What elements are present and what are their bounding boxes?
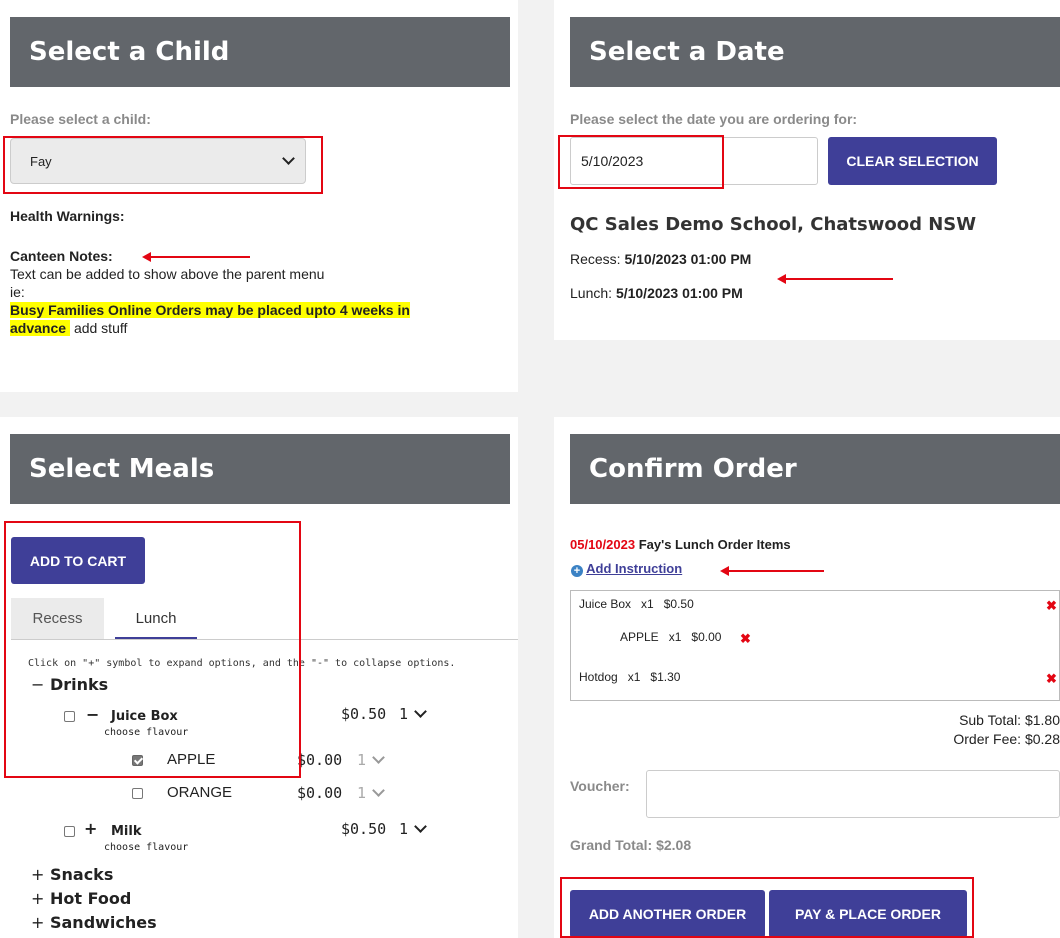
voucher-input[interactable] (646, 770, 1060, 818)
highlight-line-1: Busy Families Online Orders may be place… (10, 302, 410, 318)
grand-total: Grand Total: $2.08 (570, 837, 692, 853)
orange-price: $0.00 (297, 784, 343, 802)
milk-qty-select[interactable]: 1 (399, 820, 427, 838)
juice-box-price: $0.50 (341, 705, 387, 723)
chevron-down-icon (282, 152, 295, 165)
juice-box-checkbox[interactable] (64, 711, 75, 722)
clear-selection-button[interactable]: CLEAR SELECTION (828, 137, 997, 185)
apple-qty-select[interactable]: 1 (357, 751, 385, 769)
tab-recess[interactable]: Recess (11, 598, 104, 640)
order-line-juice: Juice Box x1 $0.50 (579, 597, 694, 611)
milk-expand-icon[interactable]: + (84, 819, 97, 838)
notes-line-1: Text can be added to show above the pare… (10, 266, 325, 282)
annotation-arrow-instruction (720, 566, 824, 576)
date-prompt: Please select the date you are ordering … (570, 111, 858, 127)
apple-checkbox[interactable] (132, 755, 143, 766)
remove-hotdog-icon[interactable]: ✖ (1046, 671, 1057, 687)
recess-time: Recess: 5/10/2023 01:00 PM (570, 251, 752, 267)
confirm-order-card: Confirm Order 05/10/2023 Fay's Lunch Ord… (554, 417, 1060, 938)
confirm-order-title: Confirm Order (570, 434, 1060, 504)
milk-name: Milk (111, 824, 142, 839)
milk-flavour-hint: choose flavour (104, 842, 189, 853)
order-fee: Order Fee: $0.28 (953, 731, 1060, 747)
select-date-title: Select a Date (570, 17, 1060, 87)
highlight-line-2: advance add stuff (10, 320, 128, 336)
apple-price: $0.00 (297, 751, 343, 769)
add-instruction-link[interactable]: + Add Instruction (571, 561, 682, 577)
tab-lunch[interactable]: Lunch (115, 598, 197, 640)
milk-checkbox[interactable] (64, 826, 75, 837)
annotation-arrow-notes (142, 252, 250, 262)
pay-place-order-button[interactable]: PAY & PLACE ORDER (769, 890, 967, 938)
category-sandwiches[interactable]: + Sandwiches (31, 913, 157, 932)
collapse-icon: − (31, 675, 45, 694)
juice-box-collapse-icon[interactable]: − (86, 705, 99, 724)
sub-total: Sub Total: $1.80 (959, 712, 1060, 728)
tab-divider (11, 639, 518, 640)
apple-name: APPLE (167, 751, 216, 768)
order-heading: 05/10/2023 Fay's Lunch Order Items (570, 537, 791, 552)
select-child-card: Select a Child Please select a child: Fa… (0, 0, 518, 392)
date-input-value: 5/10/2023 (581, 153, 644, 169)
date-input[interactable]: 5/10/2023 (570, 137, 818, 185)
lunch-time: Lunch: 5/10/2023 01:00 PM (570, 285, 743, 301)
select-child-title: Select a Child (10, 17, 510, 87)
voucher-label: Voucher: (570, 778, 630, 794)
school-name: QC Sales Demo School, Chatswood NSW (570, 214, 977, 235)
canteen-notes-label: Canteen Notes: (10, 248, 113, 264)
milk-price: $0.50 (341, 820, 387, 838)
category-hot-food[interactable]: + Hot Food (31, 889, 131, 908)
orange-name: ORANGE (167, 784, 233, 801)
child-select-value: Fay (30, 154, 52, 169)
select-date-card: Select a Date Please select the date you… (554, 0, 1060, 340)
remove-juice-icon[interactable]: ✖ (1046, 598, 1057, 614)
juice-box-qty-select[interactable]: 1 (399, 705, 427, 723)
orange-checkbox[interactable] (132, 788, 143, 799)
health-warnings-label: Health Warnings: (10, 208, 125, 224)
remove-apple-icon[interactable]: ✖ (740, 631, 751, 647)
juice-box-flavour-hint: choose flavour (104, 727, 189, 738)
add-to-cart-button[interactable]: ADD TO CART (11, 537, 145, 584)
plus-circle-icon: + (571, 565, 583, 577)
category-drinks[interactable]: − Drinks (31, 675, 108, 694)
annotation-arrow-times (777, 274, 893, 284)
select-meals-card: Select Meals ADD TO CART Recess Lunch Cl… (0, 417, 518, 938)
child-prompt: Please select a child: (10, 111, 151, 127)
notes-line-2: ie: (10, 284, 25, 300)
category-snacks[interactable]: + Snacks (31, 865, 113, 884)
juice-box-name: Juice Box (111, 709, 178, 724)
order-line-apple: APPLE x1 $0.00 (620, 630, 722, 644)
expand-instructions: Click on "+" symbol to expand options, a… (28, 658, 456, 669)
add-another-order-button[interactable]: ADD ANOTHER ORDER (570, 890, 765, 938)
select-meals-title: Select Meals (10, 434, 510, 504)
orange-qty-select[interactable]: 1 (357, 784, 385, 802)
order-line-hotdog: Hotdog x1 $1.30 (579, 670, 681, 684)
child-select[interactable]: Fay (10, 138, 306, 184)
